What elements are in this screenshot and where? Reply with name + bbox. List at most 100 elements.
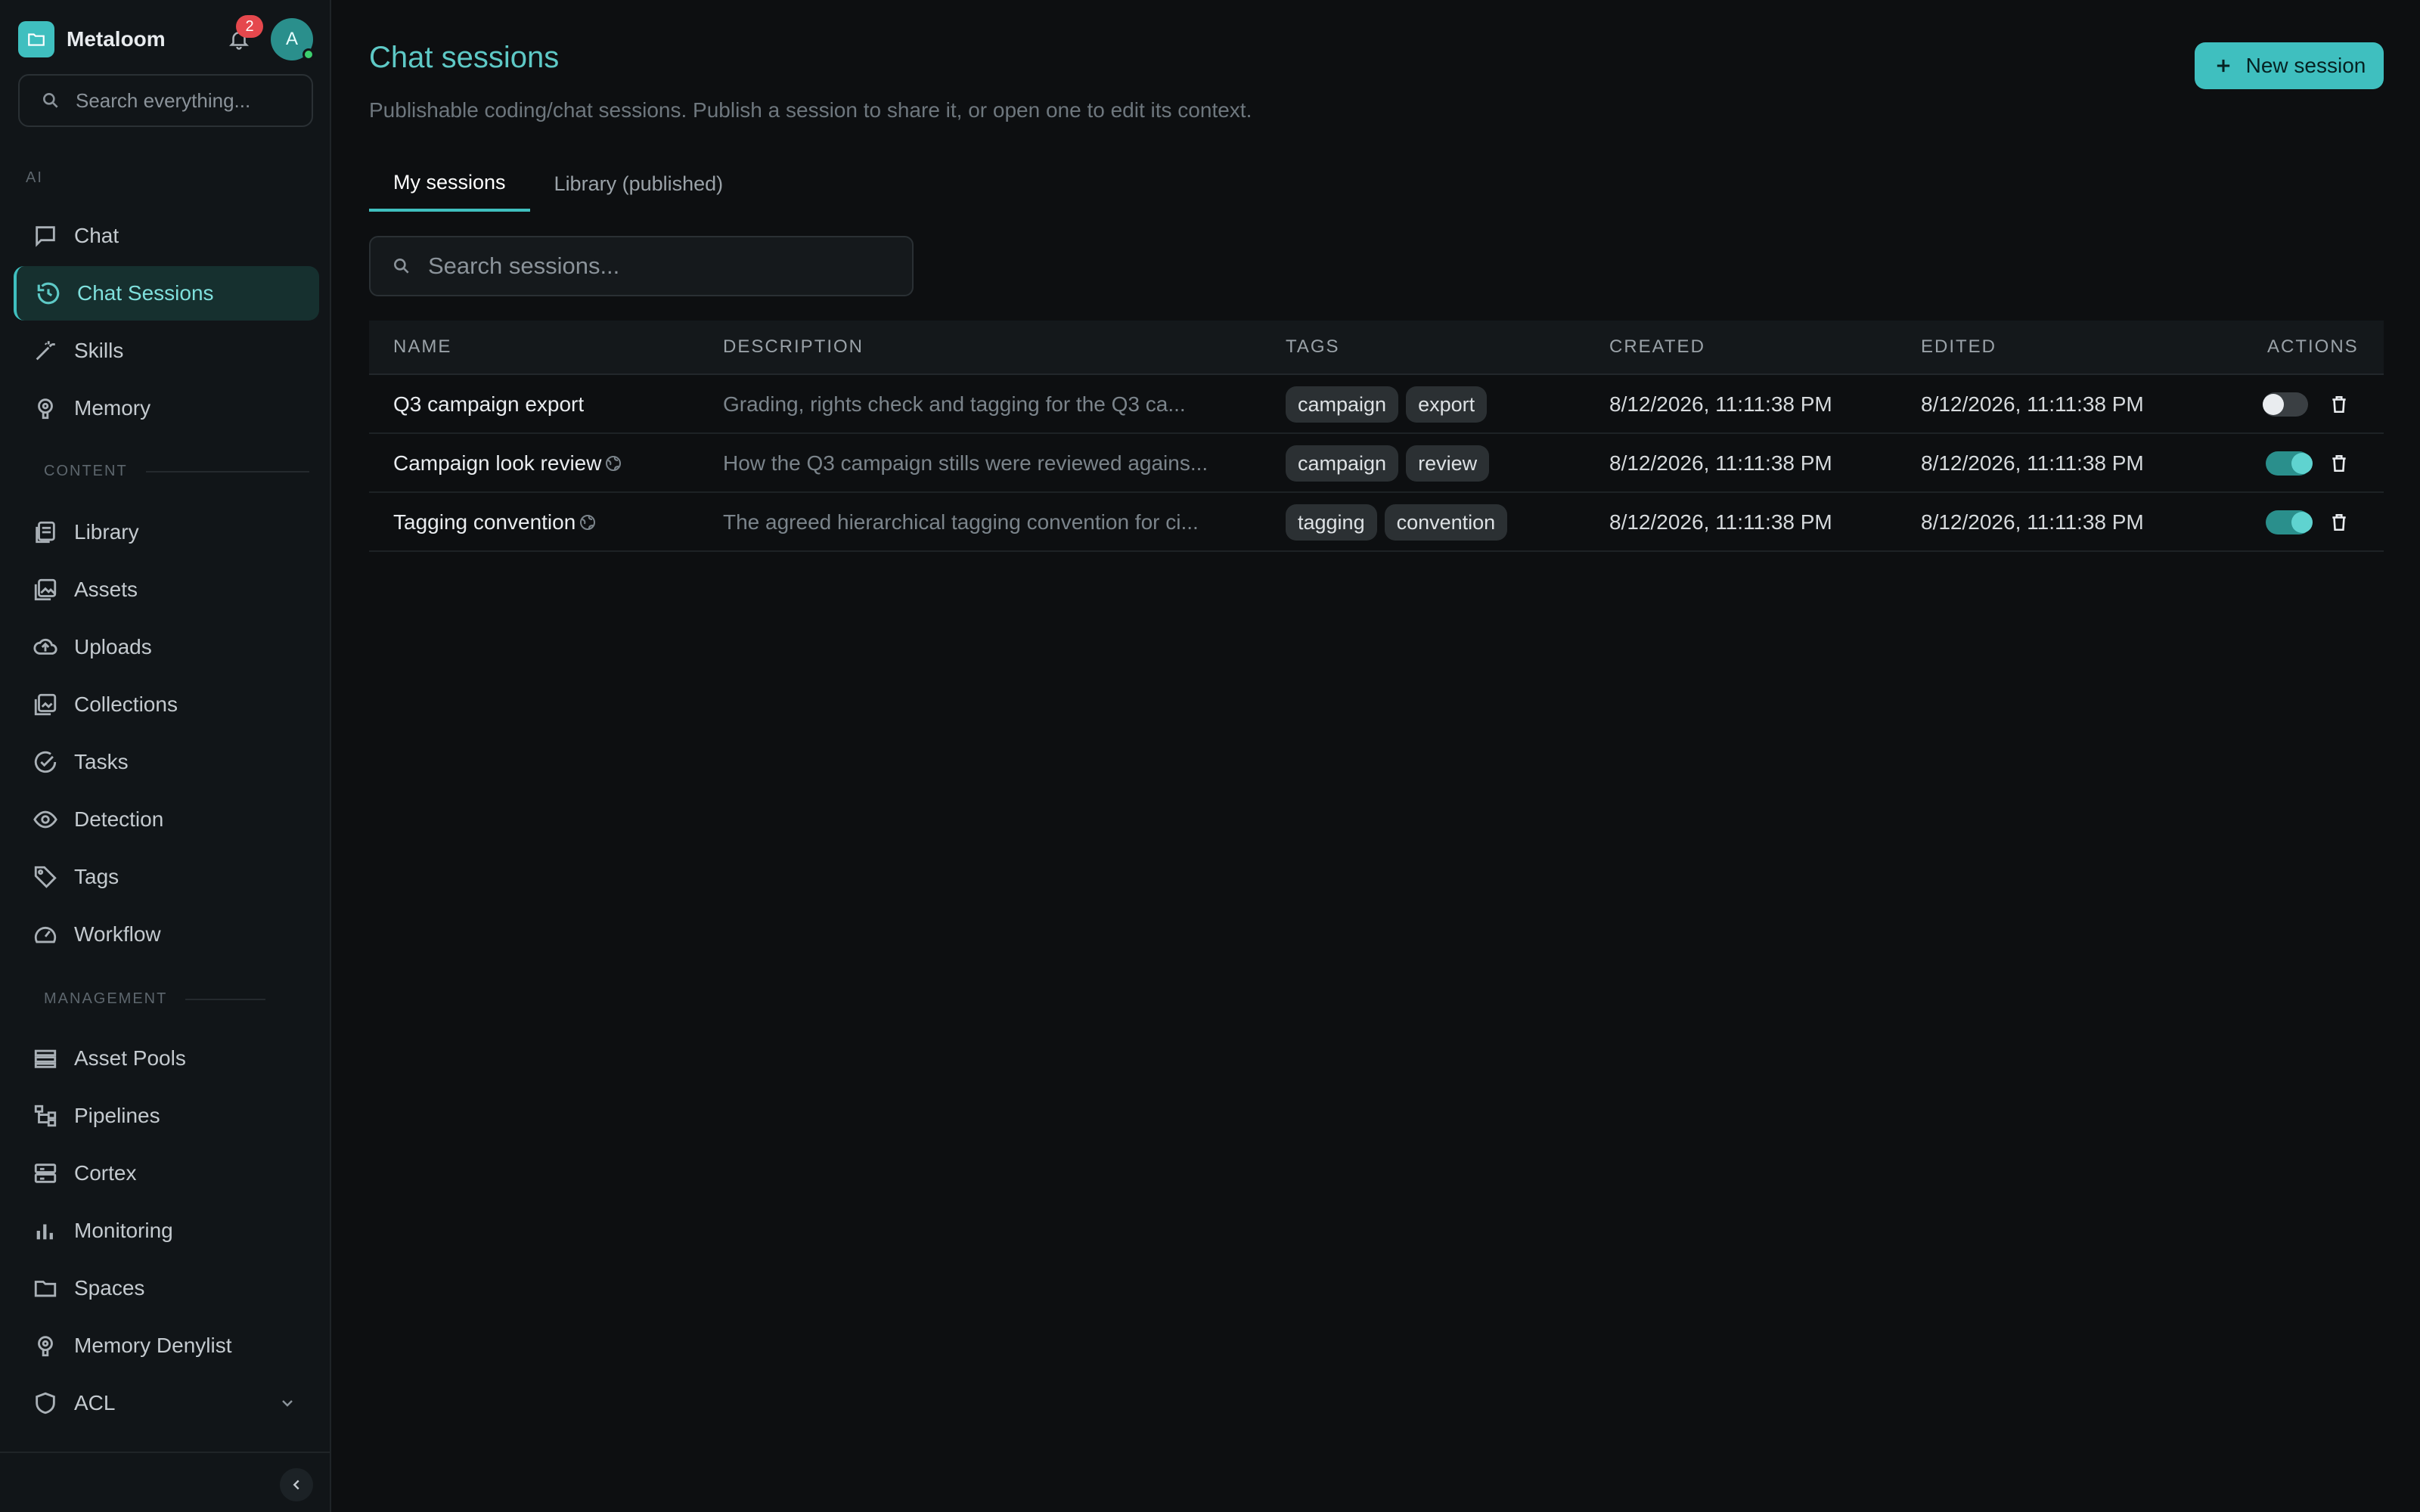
app-name: Metaloom — [67, 27, 166, 51]
gauge-icon — [30, 919, 60, 950]
session-name-text: Tagging convention — [393, 510, 576, 534]
sidebar-item-label: Pipelines — [74, 1104, 160, 1127]
user-avatar[interactable]: A — [271, 18, 315, 60]
session-name[interactable]: Campaign look review — [393, 434, 622, 493]
history-icon — [33, 278, 64, 308]
table-row[interactable]: Campaign look review How the Q3 campaign… — [369, 434, 2384, 493]
publish-toggle[interactable] — [2266, 451, 2313, 476]
tab-my-sessions[interactable]: My sessions — [369, 156, 530, 212]
session-tags: campaign export — [1286, 375, 1494, 434]
library-icon — [30, 517, 60, 547]
column-header-name[interactable]: NAME — [393, 336, 451, 358]
sidebar-footer — [0, 1452, 331, 1512]
sidebar-item-memory-denylist[interactable]: Memory Denylist — [14, 1318, 319, 1373]
session-search-input[interactable]: Search sessions... — [369, 236, 914, 296]
session-tabs: My sessions Library (published) — [369, 156, 747, 212]
tag-chip[interactable]: campaign — [1286, 386, 1399, 423]
session-edited: 8/12/2026, 11:11:38 PM — [1921, 392, 2144, 416]
sidebar-item-label: Spaces — [74, 1276, 145, 1300]
collapse-sidebar-button[interactable] — [280, 1468, 313, 1501]
sidebar-item-label: Tasks — [74, 750, 129, 773]
new-session-label: New session — [2245, 54, 2366, 77]
sidebar-item-label: Chat — [74, 224, 119, 247]
app-logo-icon[interactable] — [18, 21, 54, 57]
column-header-description[interactable]: DESCRIPTION — [723, 336, 864, 358]
sidebar-item-label: Workflow — [74, 922, 161, 946]
list-icon — [30, 1043, 60, 1074]
hierarchy-icon — [30, 1101, 60, 1131]
toggle-knob — [2263, 394, 2284, 415]
shield-icon — [30, 1388, 60, 1418]
sidebar-item-skills[interactable]: Skills — [14, 324, 319, 378]
sidebar-item-detection[interactable]: Detection — [14, 792, 319, 847]
section-label-ai-text: AI — [26, 169, 43, 186]
sidebar-item-chat-sessions[interactable]: Chat Sessions — [14, 266, 319, 321]
table-row[interactable]: Q3 campaign export Grading, rights check… — [369, 375, 2384, 434]
column-header-edited[interactable]: EDITED — [1921, 336, 1996, 358]
sessions-table: NAME DESCRIPTION TAGS CREATED EDITED ACT… — [369, 321, 2384, 552]
column-header-tags[interactable]: TAGS — [1286, 336, 1340, 358]
sidebar-item-chat[interactable]: Chat — [14, 209, 319, 263]
section-label-management: MANAGEMENT — [44, 990, 266, 1008]
sidebar-item-assets[interactable]: Assets — [14, 562, 319, 617]
sidebar-item-library[interactable]: Library — [14, 505, 319, 559]
column-header-actions: ACTIONS — [2267, 336, 2359, 357]
tag-chip[interactable]: tagging — [1286, 504, 1377, 541]
sidebar-item-label: Assets — [74, 578, 138, 601]
sidebar-item-workflow[interactable]: Workflow — [14, 907, 319, 962]
section-label-ai: AI — [26, 169, 43, 187]
sidebar-item-label: Chat Sessions — [77, 281, 214, 305]
notification-badge: 2 — [236, 15, 263, 38]
sidebar-item-label: ACL — [74, 1391, 116, 1414]
brain-icon — [30, 393, 60, 423]
session-name[interactable]: Tagging convention — [393, 493, 597, 552]
session-created: 8/12/2026, 11:11:38 PM — [1609, 510, 1832, 534]
section-label-management-text: MANAGEMENT — [44, 990, 168, 1007]
session-edited: 8/12/2026, 11:11:38 PM — [1921, 510, 2144, 534]
session-description: The agreed hierarchical tagging conventi… — [723, 510, 1199, 534]
chevron-left-icon — [288, 1476, 305, 1493]
tag-chip[interactable]: review — [1406, 445, 1490, 482]
tab-library-published[interactable]: Library (published) — [530, 156, 748, 212]
sidebar-item-label: Asset Pools — [74, 1046, 186, 1070]
sidebar-item-tags[interactable]: Tags — [14, 850, 319, 904]
server-icon — [30, 1158, 60, 1188]
folder-icon — [30, 1273, 60, 1303]
chat-icon — [30, 221, 60, 251]
sidebar-item-label: Uploads — [74, 635, 152, 658]
global-search-input[interactable]: Search everything... — [18, 74, 313, 127]
delete-icon[interactable] — [2329, 513, 2349, 532]
new-session-button[interactable]: New session — [2195, 42, 2384, 89]
sidebar-item-pipelines[interactable]: Pipelines — [14, 1089, 319, 1143]
main-content: Chat sessions Publishable coding/chat se… — [331, 0, 2420, 1512]
sidebar-item-uploads[interactable]: Uploads — [14, 620, 319, 674]
delete-icon[interactable] — [2329, 454, 2349, 473]
tag-chip[interactable]: campaign — [1286, 445, 1399, 482]
table-header: NAME DESCRIPTION TAGS CREATED EDITED ACT… — [369, 321, 2384, 375]
cloud-upload-icon — [30, 632, 60, 662]
sidebar-item-acl[interactable]: ACL — [14, 1376, 319, 1430]
tag-icon — [30, 862, 60, 892]
session-name[interactable]: Q3 campaign export — [393, 375, 584, 434]
check-circle-icon — [30, 747, 60, 777]
tag-chip[interactable]: export — [1406, 386, 1488, 423]
sidebar-item-memory[interactable]: Memory — [14, 381, 319, 435]
sidebar-item-collections[interactable]: Collections — [14, 677, 319, 732]
sidebar-item-tasks[interactable]: Tasks — [14, 735, 319, 789]
sidebar-item-spaces[interactable]: Spaces — [14, 1261, 319, 1315]
session-name-text: Campaign look review — [393, 451, 602, 475]
sidebar-item-cortex[interactable]: Cortex — [14, 1146, 319, 1201]
avatar-initial: A — [285, 29, 298, 49]
sidebar-item-asset-pools[interactable]: Asset Pools — [14, 1031, 319, 1086]
page-subtitle: Publishable coding/chat sessions. Publis… — [369, 98, 1252, 122]
tag-chip[interactable]: convention — [1384, 504, 1508, 541]
section-divider — [145, 470, 309, 472]
column-header-created[interactable]: CREATED — [1609, 336, 1705, 358]
sidebar-item-label: Library — [74, 520, 139, 544]
publish-toggle[interactable] — [2263, 392, 2308, 417]
table-row[interactable]: Tagging convention The agreed hierarchic… — [369, 493, 2384, 552]
chevron-down-icon[interactable] — [278, 1394, 296, 1412]
publish-toggle[interactable] — [2266, 510, 2313, 534]
delete-icon[interactable] — [2329, 395, 2349, 414]
sidebar-item-monitoring[interactable]: Monitoring — [14, 1204, 319, 1258]
